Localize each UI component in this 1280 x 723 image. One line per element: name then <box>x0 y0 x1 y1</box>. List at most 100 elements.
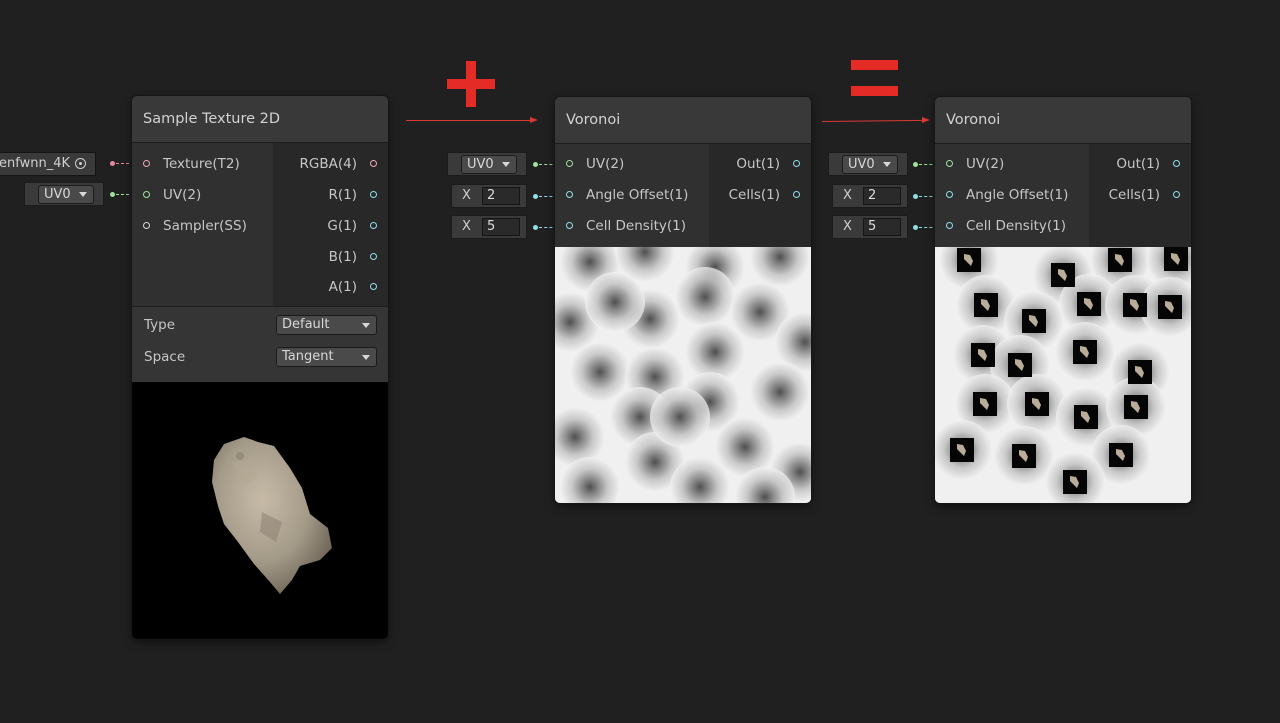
output-ports: Out(1) Cells(1) <box>709 144 811 247</box>
density-connector <box>533 225 538 230</box>
axis-label: X <box>843 188 852 203</box>
texture-asset-field[interactable]: enfwnn_4K <box>0 152 96 176</box>
rock-texture-image <box>212 437 332 594</box>
port-out[interactable]: Out(1) <box>1089 154 1191 174</box>
voronoi-texture-preview <box>935 247 1191 503</box>
port-texture[interactable]: Texture(T2) <box>132 154 273 174</box>
sample-texture-2d-node[interactable]: Sample Texture 2D Texture(T2) UV(2) Samp… <box>132 96 388 639</box>
chevron-down-icon <box>362 323 370 328</box>
port-dot[interactable] <box>143 191 150 198</box>
port-cells[interactable]: Cells(1) <box>1089 185 1191 205</box>
port-dot[interactable] <box>793 160 800 167</box>
port-dot[interactable] <box>946 160 953 167</box>
angle-offset-value[interactable]: 2 <box>482 187 520 205</box>
voronoi-pattern <box>935 247 1191 503</box>
space-label: Space <box>144 349 186 365</box>
port-label: Cells(1) <box>728 187 780 203</box>
node-title: Sample Texture 2D <box>132 96 388 143</box>
input-ports: UV(2) Angle Offset(1) Cell Density(1) <box>935 144 1089 247</box>
voronoi-right-density-field[interactable]: X 5 <box>832 215 908 239</box>
voronoi-cell <box>585 272 645 332</box>
angle-connector <box>913 194 918 199</box>
port-dot[interactable] <box>566 160 573 167</box>
port-uv[interactable]: UV(2) <box>555 154 709 174</box>
port-label: Texture(T2) <box>163 156 240 172</box>
port-dot[interactable] <box>946 222 953 229</box>
chevron-down-icon <box>502 162 510 167</box>
port-cells[interactable]: Cells(1) <box>709 185 811 205</box>
port-cell-density[interactable]: Cell Density(1) <box>935 216 1089 236</box>
port-dot[interactable] <box>143 160 150 167</box>
port-dot[interactable] <box>143 222 150 229</box>
port-g[interactable]: G(1) <box>273 216 388 236</box>
port-a[interactable]: A(1) <box>273 277 388 297</box>
node-title: Voronoi <box>555 97 811 144</box>
texture-connector <box>110 161 115 166</box>
type-label: Type <box>144 317 176 333</box>
port-dot[interactable] <box>566 222 573 229</box>
uv-connector <box>533 162 538 167</box>
output-ports: RGBA(4) R(1) G(1) B(1) A(1) <box>273 143 388 306</box>
angle-offset-value[interactable]: 2 <box>863 187 901 205</box>
texture-asset-name: enfwnn_4K <box>0 156 70 171</box>
sample-uv-connector <box>110 192 115 197</box>
type-value: Default <box>282 317 330 332</box>
voronoi-node-right[interactable]: Voronoi UV(2) Angle Offset(1) Cell Densi… <box>935 97 1191 503</box>
port-dot[interactable] <box>370 160 377 167</box>
port-rgba[interactable]: RGBA(4) <box>273 154 388 174</box>
axis-label: X <box>843 219 852 234</box>
chevron-down-icon <box>362 355 370 360</box>
port-label: Cell Density(1) <box>966 218 1066 234</box>
port-label: B(1) <box>328 249 357 265</box>
port-label: R(1) <box>328 187 357 203</box>
port-dot[interactable] <box>793 191 800 198</box>
port-label: RGBA(4) <box>299 156 357 172</box>
port-r[interactable]: R(1) <box>273 185 388 205</box>
output-ports: Out(1) Cells(1) <box>1089 144 1191 247</box>
voronoi-left-angle-field[interactable]: X 2 <box>451 184 527 208</box>
port-dot[interactable] <box>370 253 377 260</box>
voronoi-cell <box>570 342 630 402</box>
type-dropdown[interactable]: Default <box>276 315 377 335</box>
port-b[interactable]: B(1) <box>273 247 388 267</box>
voronoi-left-uv-dropdown[interactable]: UV0 <box>461 155 517 174</box>
port-label: Out(1) <box>736 156 780 172</box>
port-label: UV(2) <box>966 156 1005 172</box>
port-angle-offset[interactable]: Angle Offset(1) <box>935 185 1089 205</box>
voronoi-right-angle-field[interactable]: X 2 <box>832 184 908 208</box>
port-out[interactable]: Out(1) <box>709 154 811 174</box>
sample-uv-value: UV0 <box>44 187 71 202</box>
port-dot[interactable] <box>946 191 953 198</box>
port-label: Out(1) <box>1116 156 1160 172</box>
port-dot[interactable] <box>370 191 377 198</box>
port-label: Angle Offset(1) <box>586 187 689 203</box>
port-dot[interactable] <box>370 222 377 229</box>
node-title: Voronoi <box>935 97 1191 144</box>
port-label: G(1) <box>327 218 357 234</box>
properties-panel: Type Default Space Tangent <box>132 307 388 382</box>
port-angle-offset[interactable]: Angle Offset(1) <box>555 185 709 205</box>
voronoi-right-uv-dropdown[interactable]: UV0 <box>842 155 898 174</box>
space-dropdown[interactable]: Tangent <box>276 347 377 367</box>
port-label: Angle Offset(1) <box>966 187 1069 203</box>
port-dot[interactable] <box>1173 191 1180 198</box>
voronoi-left-density-field[interactable]: X 5 <box>451 215 527 239</box>
cell-density-value[interactable]: 5 <box>863 218 901 236</box>
port-uv[interactable]: UV(2) <box>935 154 1089 174</box>
port-uv[interactable]: UV(2) <box>132 185 273 205</box>
port-dot[interactable] <box>370 283 377 290</box>
cell-density-value[interactable]: 5 <box>482 218 520 236</box>
object-picker-icon[interactable] <box>75 158 86 169</box>
input-ports: UV(2) Angle Offset(1) Cell Density(1) <box>555 144 709 247</box>
port-sampler[interactable]: Sampler(SS) <box>132 216 273 236</box>
voronoi-node-left[interactable]: Voronoi UV(2) Angle Offset(1) Cell Densi… <box>555 97 811 503</box>
port-dot[interactable] <box>566 191 573 198</box>
space-value: Tangent <box>282 349 334 364</box>
sample-uv-dropdown[interactable]: UV0 <box>38 185 94 204</box>
input-ports: Texture(T2) UV(2) Sampler(SS) <box>132 143 273 306</box>
density-connector <box>913 225 918 230</box>
port-dot[interactable] <box>1173 160 1180 167</box>
port-cell-density[interactable]: Cell Density(1) <box>555 216 709 236</box>
uv-connector <box>913 162 918 167</box>
port-label: UV(2) <box>586 156 625 172</box>
